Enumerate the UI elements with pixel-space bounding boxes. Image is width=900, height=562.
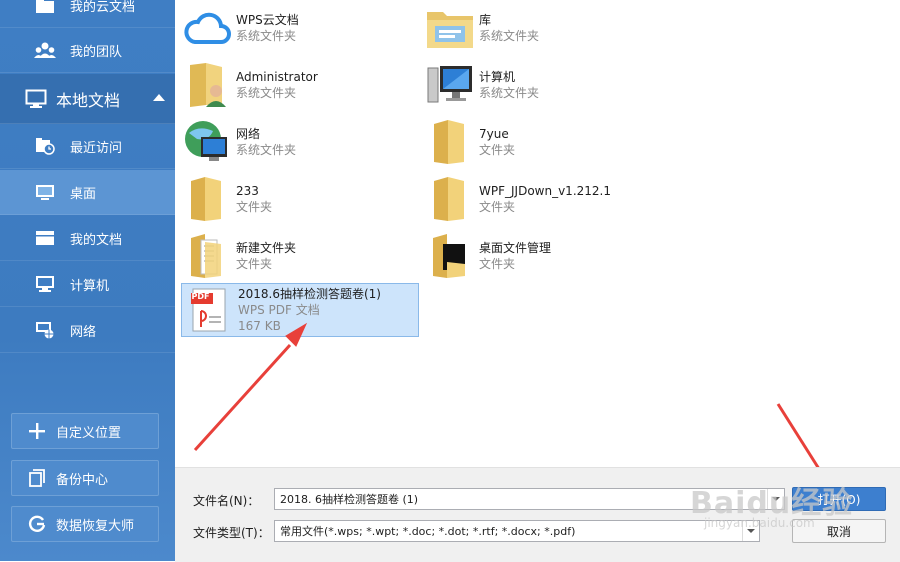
cancel-button[interactable]: 取消 [792,519,886,543]
filename-label: 文件名(N)： [193,494,260,508]
filetype-label: 文件类型(T)： [193,526,270,540]
filename-value: 2018. 6抽样检测答题卷 (1) [280,493,419,506]
filetype-value: 常用文件(*.wps; *.wpt; *.doc; *.dot; *.rtf; … [280,525,576,538]
chevron-down-icon[interactable] [767,489,784,509]
filetype-select[interactable]: 常用文件(*.wps; *.wpt; *.doc; *.dot; *.rtf; … [274,520,760,542]
open-button[interactable]: 打开(O) [792,487,886,511]
cancel-label: 取消 [826,524,851,539]
bottom-bar: 文件名(N)： 2018. 6抽样检测答题卷 (1) 文件类型(T)： 常用文件… [175,467,900,562]
arrow-to-pdf [193,322,308,452]
chevron-down-icon[interactable] [742,521,759,541]
open-label: 打开(O) [817,492,861,507]
filename-field[interactable]: 2018. 6抽样检测答题卷 (1) [274,488,785,510]
